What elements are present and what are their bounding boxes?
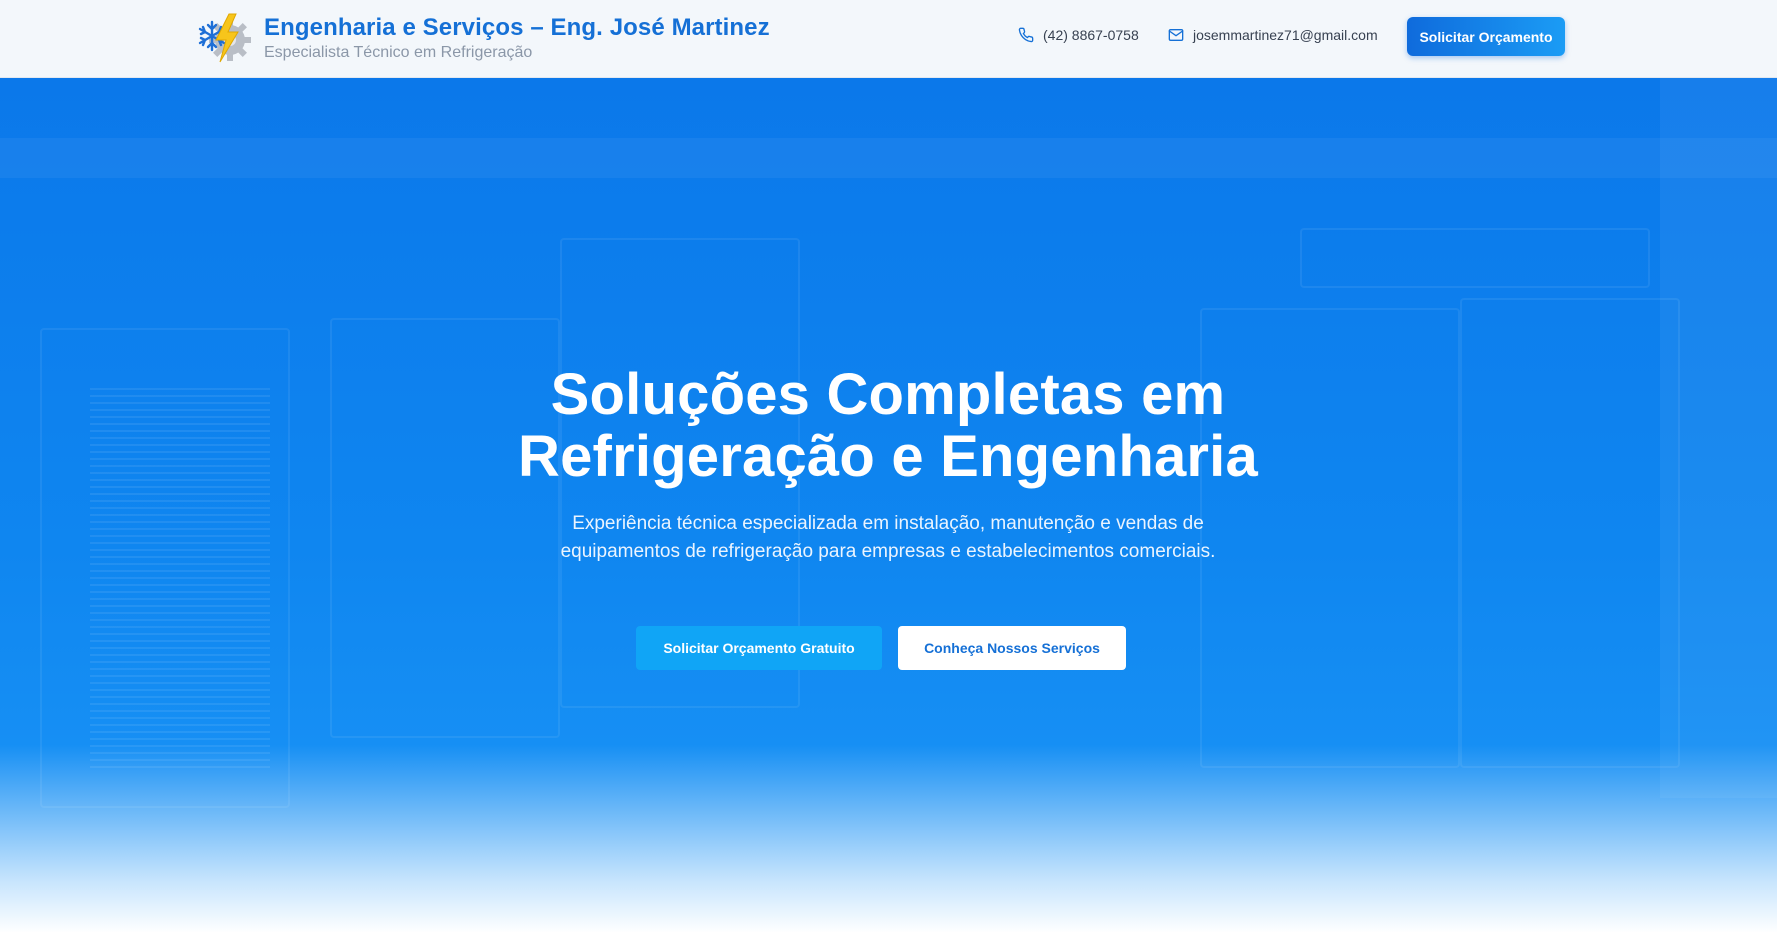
background-duct xyxy=(0,138,1777,178)
view-services-button[interactable]: Conheça Nossos Serviços xyxy=(898,626,1126,670)
background-panel-shade xyxy=(1660,78,1777,798)
hero-section: Soluções Completas em Refrigeração e Eng… xyxy=(0,78,1777,933)
hero-description: Experiência técnica especializada em ins… xyxy=(560,513,1216,562)
email-address: josemmartinez71@gmail.com xyxy=(1193,27,1378,43)
request-free-quote-button[interactable]: Solicitar Orçamento Gratuito xyxy=(636,626,882,670)
snowflake-gear-bolt-logo xyxy=(198,13,251,63)
phone-link[interactable]: (42) 8867-0758 xyxy=(1018,27,1139,43)
request-quote-button[interactable]: Solicitar Orçamento xyxy=(1407,17,1565,56)
site-subtitle: Especialista Técnico em Refrigeração xyxy=(264,43,533,61)
phone-icon xyxy=(1018,27,1034,43)
background-panel xyxy=(1460,298,1680,768)
hero-title: Soluções Completas em Refrigeração e Eng… xyxy=(518,362,1258,489)
site-header: Engenharia e Serviços – Eng. José Martin… xyxy=(0,0,1777,78)
background-grille xyxy=(90,388,270,768)
site-title: Engenharia e Serviços – Eng. José Martin… xyxy=(264,13,770,41)
background-panel xyxy=(1300,228,1650,288)
phone-number: (42) 8867-0758 xyxy=(1043,27,1139,43)
email-link[interactable]: josemmartinez71@gmail.com xyxy=(1168,27,1378,43)
brand[interactable]: Engenharia e Serviços – Eng. José Martin… xyxy=(196,10,770,66)
mail-icon xyxy=(1168,29,1184,41)
